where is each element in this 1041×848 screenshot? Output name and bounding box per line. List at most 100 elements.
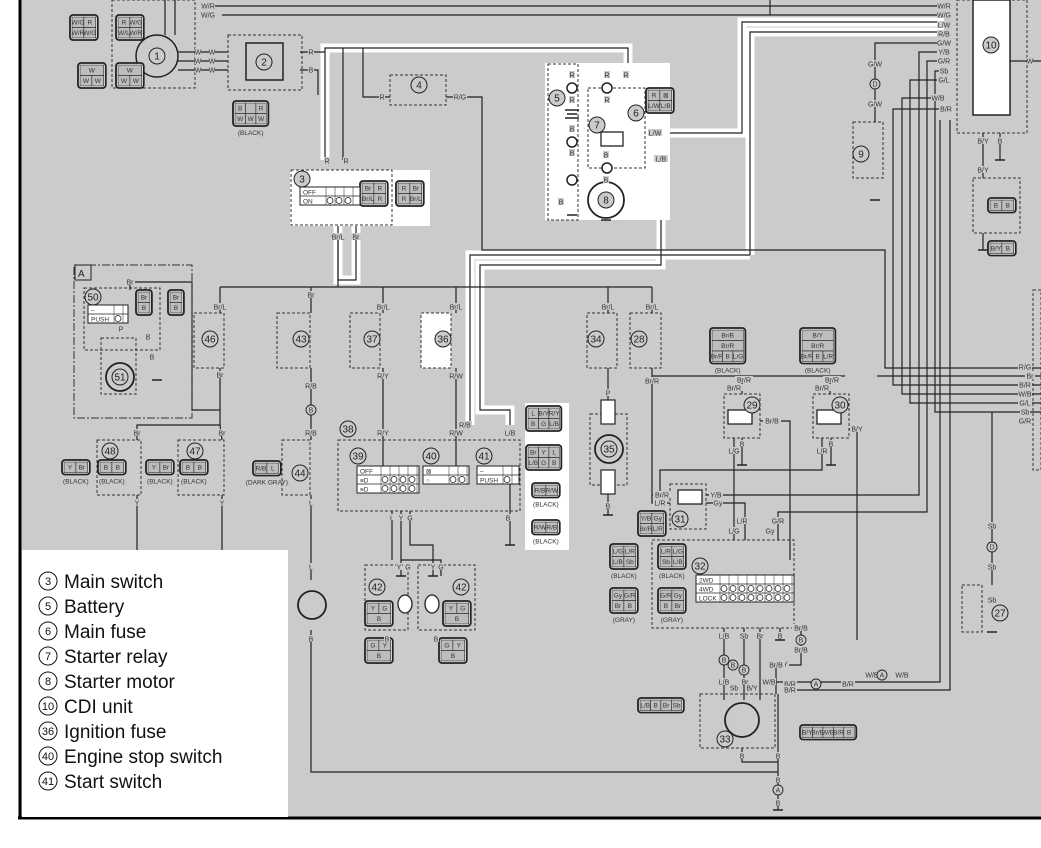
switch-contact-icon	[390, 476, 398, 483]
wire-color-label: Br/R	[825, 378, 839, 385]
legend-label: Starter motor	[64, 672, 176, 693]
component-number-8: 8	[597, 191, 615, 209]
wire-color-label: R	[569, 98, 574, 105]
wire-color-label: Br/R	[737, 378, 751, 385]
wire-color-label: Br	[353, 235, 361, 242]
wire-color-label: R	[324, 159, 329, 166]
connector-pin-label: Br/R	[711, 354, 724, 361]
connector-pin-label: Y	[542, 450, 547, 457]
wire-color-label: B	[776, 801, 781, 808]
connector-pin-label: Br	[141, 295, 148, 302]
wire-color-label: Br	[217, 373, 225, 380]
connector-pin-label: L	[552, 450, 556, 457]
wire-color-label: Br/L	[646, 305, 659, 312]
terminal-icon	[566, 174, 578, 186]
component-number-text: 29	[746, 401, 758, 412]
legend-label: Main fuse	[64, 622, 146, 643]
wire-color-label: G/W	[868, 62, 882, 69]
connector: WW W	[77, 62, 107, 89]
component-number-text: 7	[594, 121, 600, 132]
switch-contact-icon	[458, 476, 466, 483]
connector-pin-label: Br	[530, 450, 537, 457]
switch-position-label: 2WD	[699, 578, 714, 585]
wire-color-label: B	[385, 637, 390, 644]
connector-pin-label: B	[726, 354, 730, 361]
wire-color-label: R/Y	[377, 431, 389, 438]
switch-contact-icon	[783, 585, 791, 592]
junction-marker-letter: B	[731, 663, 736, 670]
connector-color-note: (BLACK)	[805, 368, 831, 375]
wire-color-label: L/B	[505, 431, 516, 438]
wire-color-label: B	[506, 516, 511, 523]
connector: Br B	[135, 289, 153, 316]
wire-color-label: R	[308, 50, 313, 57]
connector-pin-label: B	[994, 203, 998, 210]
connector-pin-label: L/G	[733, 354, 743, 361]
connector-pin-label: R/Y	[549, 411, 561, 418]
wire-color-label: Y/B	[710, 493, 722, 500]
connector-pin-label: Sb	[626, 559, 634, 566]
wire-color-label: B	[606, 504, 611, 511]
switch-contact-icon	[720, 585, 728, 592]
connector-pin-label: R/B	[256, 466, 267, 473]
component-number-text: 51	[114, 373, 126, 384]
component-number-text: 2	[261, 58, 267, 69]
switch-contact-icon	[335, 197, 343, 204]
component-number-text: 50	[87, 293, 99, 304]
connector-pin-label: W	[133, 78, 140, 85]
wire-color-label: Br/L	[332, 235, 345, 242]
component-number-text: 42	[371, 583, 383, 594]
connector-pin-label: Sb	[662, 559, 670, 566]
switch-contact-icon	[738, 585, 746, 592]
connector: Y Br (BLACK)	[145, 459, 175, 486]
wire-color-label: R/Y	[377, 374, 389, 381]
connector-pin-label: B	[847, 730, 851, 737]
component-number-text: 37	[366, 335, 378, 346]
connector-color-note: (BLACK)	[63, 479, 89, 486]
wire-color-label: B	[604, 178, 609, 185]
wire-color-label: R/B	[459, 423, 471, 430]
connector-pin-label: B	[816, 354, 820, 361]
connector-pin-label: B	[198, 465, 202, 472]
wire-color-label: Y	[397, 565, 402, 572]
component-number-text: 41	[478, 452, 490, 463]
component-number-5: 5	[548, 89, 566, 107]
component-number-text: 47	[189, 447, 201, 458]
switch-contact-icon	[720, 594, 728, 601]
component-number-text: 46	[204, 335, 216, 346]
wire-color-label: G/L	[938, 78, 949, 85]
connector-pin-label: Br	[615, 603, 622, 610]
connector: Br Y L L/B G B	[525, 444, 563, 471]
component-number-6: 6	[627, 104, 645, 122]
component-number-47: 47	[186, 442, 204, 460]
connector-pin-label: G	[370, 643, 375, 650]
component-number-text: 38	[342, 425, 354, 436]
connector-pin-label: G	[541, 460, 546, 467]
component-number-text: 9	[858, 150, 864, 161]
switch-position-label: ≡D	[360, 478, 369, 485]
connector: BB	[987, 197, 1017, 214]
connector-pin-label: G	[444, 643, 449, 650]
legend-number: 41	[42, 776, 54, 788]
component-number-text: 8	[603, 196, 609, 207]
wire-color-label: Y	[431, 565, 436, 572]
connector-pin-label: W	[83, 78, 90, 85]
wire-color-label: R	[569, 73, 574, 80]
wire-color-label: B	[740, 442, 745, 449]
legend-label: Engine stop switch	[64, 747, 222, 768]
switch-contact-icon	[765, 594, 773, 601]
switch-contact-icon	[408, 476, 416, 483]
legend-label: CDI unit	[64, 697, 133, 718]
component-number-38: 38	[339, 420, 357, 438]
component-number-29: 29	[743, 396, 761, 414]
connector-pin-label: Y	[457, 643, 462, 650]
connector-pin-label: B	[142, 305, 146, 312]
component-number-text: 42	[455, 583, 467, 594]
component-number-text: 34	[590, 335, 602, 346]
connector: R Br R Br/L	[395, 180, 425, 207]
legend-number: 10	[42, 701, 54, 713]
connector-pin-label: L/R	[661, 549, 671, 556]
wire-color-label: B	[740, 754, 745, 761]
connector-color-note: (GRAY)	[661, 617, 683, 624]
connector: B RW W W(BLACK)	[232, 100, 270, 137]
